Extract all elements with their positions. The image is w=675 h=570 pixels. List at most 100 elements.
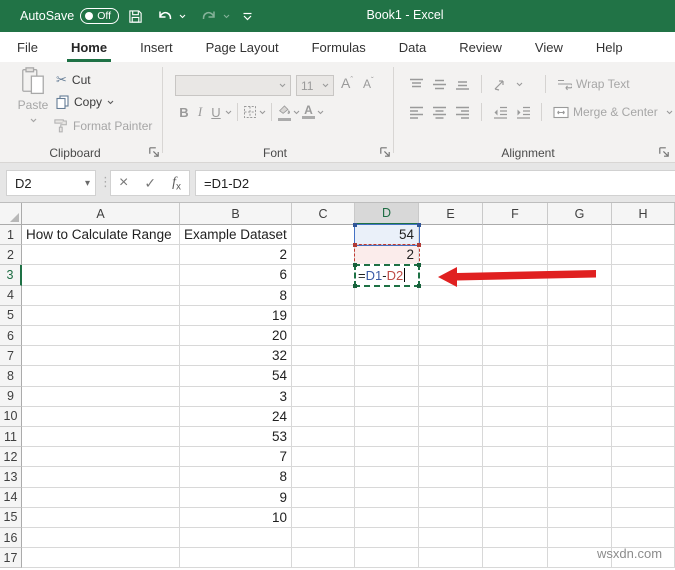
cell-F5[interactable] <box>483 305 548 326</box>
cell-E17[interactable] <box>419 548 483 569</box>
cell-E9[interactable] <box>419 386 483 407</box>
cell-D11[interactable] <box>355 427 419 448</box>
row-header-4[interactable]: 4 <box>0 285 22 306</box>
cell-A17[interactable] <box>22 548 180 569</box>
cell-B2[interactable]: 2 <box>180 245 292 266</box>
font-name-combo[interactable] <box>175 75 291 96</box>
cell-D8[interactable] <box>355 366 419 387</box>
cell-F16[interactable] <box>483 528 548 549</box>
cell-C1[interactable] <box>292 225 355 246</box>
cell-C7[interactable] <box>292 346 355 367</box>
cell-C4[interactable] <box>292 285 355 306</box>
cell-F11[interactable] <box>483 427 548 448</box>
cell-E13[interactable] <box>419 467 483 488</box>
cell-F3[interactable] <box>483 265 548 286</box>
cell-A15[interactable] <box>22 507 180 528</box>
cell-G10[interactable] <box>548 406 612 427</box>
cell-G2[interactable] <box>548 245 612 266</box>
cell-C5[interactable] <box>292 305 355 326</box>
cell-D4[interactable] <box>355 285 419 306</box>
cell-A13[interactable] <box>22 467 180 488</box>
insert-function-button[interactable]: fx <box>172 174 181 193</box>
cell-D13[interactable] <box>355 467 419 488</box>
chevron-down-icon[interactable] <box>259 110 266 115</box>
cell-edit-D3[interactable]: = D1- D2 <box>354 264 420 287</box>
cell-A1[interactable]: How to Calculate Range <box>22 225 180 246</box>
cell-H3[interactable] <box>612 265 675 286</box>
wrap-text-button[interactable]: Wrap Text <box>557 77 630 91</box>
cell-G9[interactable] <box>548 386 612 407</box>
cell-C12[interactable] <box>292 447 355 468</box>
cell-A7[interactable] <box>22 346 180 367</box>
cell-D17[interactable] <box>355 548 419 569</box>
cell-G11[interactable] <box>548 427 612 448</box>
cell-G14[interactable] <box>548 487 612 508</box>
tab-page-layout[interactable]: Page Layout <box>204 40 281 55</box>
tab-review[interactable]: Review <box>457 40 504 55</box>
cell-E7[interactable] <box>419 346 483 367</box>
row-header-1[interactable]: 1 <box>0 225 22 246</box>
row-header-15[interactable]: 15 <box>0 507 22 528</box>
cell-A5[interactable] <box>22 305 180 326</box>
cell-C8[interactable] <box>292 366 355 387</box>
enter-button[interactable]: ✓ <box>144 175 156 192</box>
cell-H11[interactable] <box>612 427 675 448</box>
row-header-3[interactable]: 3 <box>0 265 22 286</box>
cell-H14[interactable] <box>612 487 675 508</box>
align-middle-icon[interactable] <box>432 78 447 91</box>
row-header-16[interactable]: 16 <box>0 528 22 549</box>
cell-G3[interactable] <box>548 265 612 286</box>
align-center-icon[interactable] <box>432 106 447 119</box>
cell-B13[interactable]: 8 <box>180 467 292 488</box>
cell-D5[interactable] <box>355 305 419 326</box>
cell-B15[interactable]: 10 <box>180 507 292 528</box>
row-header-8[interactable]: 8 <box>0 366 22 387</box>
format-painter-button[interactable]: Format Painter <box>53 118 152 133</box>
cell-C11[interactable] <box>292 427 355 448</box>
cell-F8[interactable] <box>483 366 548 387</box>
cell-A14[interactable] <box>22 487 180 508</box>
cell-E4[interactable] <box>419 285 483 306</box>
borders-icon[interactable] <box>243 105 257 119</box>
cell-D7[interactable] <box>355 346 419 367</box>
align-right-icon[interactable] <box>455 106 470 119</box>
cell-D15[interactable] <box>355 507 419 528</box>
cell-B4[interactable]: 8 <box>180 285 292 306</box>
cell-C17[interactable] <box>292 548 355 569</box>
increase-indent-icon[interactable] <box>516 106 531 119</box>
merge-center-button[interactable]: Merge & Center <box>553 105 658 119</box>
cell-A3[interactable] <box>22 265 180 286</box>
row-header-7[interactable]: 7 <box>0 346 22 367</box>
cell-D12[interactable] <box>355 447 419 468</box>
cell-B16[interactable] <box>180 528 292 549</box>
cell-D1[interactable]: 54 <box>355 225 419 246</box>
cell-H7[interactable] <box>612 346 675 367</box>
decrease-indent-icon[interactable] <box>493 106 508 119</box>
cell-F9[interactable] <box>483 386 548 407</box>
column-header-G[interactable]: G <box>548 203 612 225</box>
cell-C10[interactable] <box>292 406 355 427</box>
cell-E8[interactable] <box>419 366 483 387</box>
cell-E6[interactable] <box>419 326 483 347</box>
cell-H4[interactable] <box>612 285 675 306</box>
tab-formulas[interactable]: Formulas <box>310 40 368 55</box>
cell-C16[interactable] <box>292 528 355 549</box>
cell-B3[interactable]: 6 <box>180 265 292 286</box>
cell-F14[interactable] <box>483 487 548 508</box>
autosave-toggle[interactable]: AutoSave Off <box>20 7 120 25</box>
tab-data[interactable]: Data <box>397 40 428 55</box>
cell-E3[interactable] <box>419 265 483 286</box>
cell-A8[interactable] <box>22 366 180 387</box>
italic-button[interactable]: I <box>193 104 207 120</box>
bold-button[interactable]: B <box>177 105 191 120</box>
chevron-down-icon[interactable] <box>317 110 324 115</box>
cell-H2[interactable] <box>612 245 675 266</box>
cell-B7[interactable]: 32 <box>180 346 292 367</box>
column-header-A[interactable]: A <box>22 203 180 225</box>
undo-dropdown-button[interactable] <box>176 6 188 26</box>
orientation-icon[interactable] <box>493 78 508 91</box>
row-header-2[interactable]: 2 <box>0 245 22 266</box>
name-box[interactable]: D2 ▾ <box>6 170 96 196</box>
cell-F13[interactable] <box>483 467 548 488</box>
cell-F6[interactable] <box>483 326 548 347</box>
